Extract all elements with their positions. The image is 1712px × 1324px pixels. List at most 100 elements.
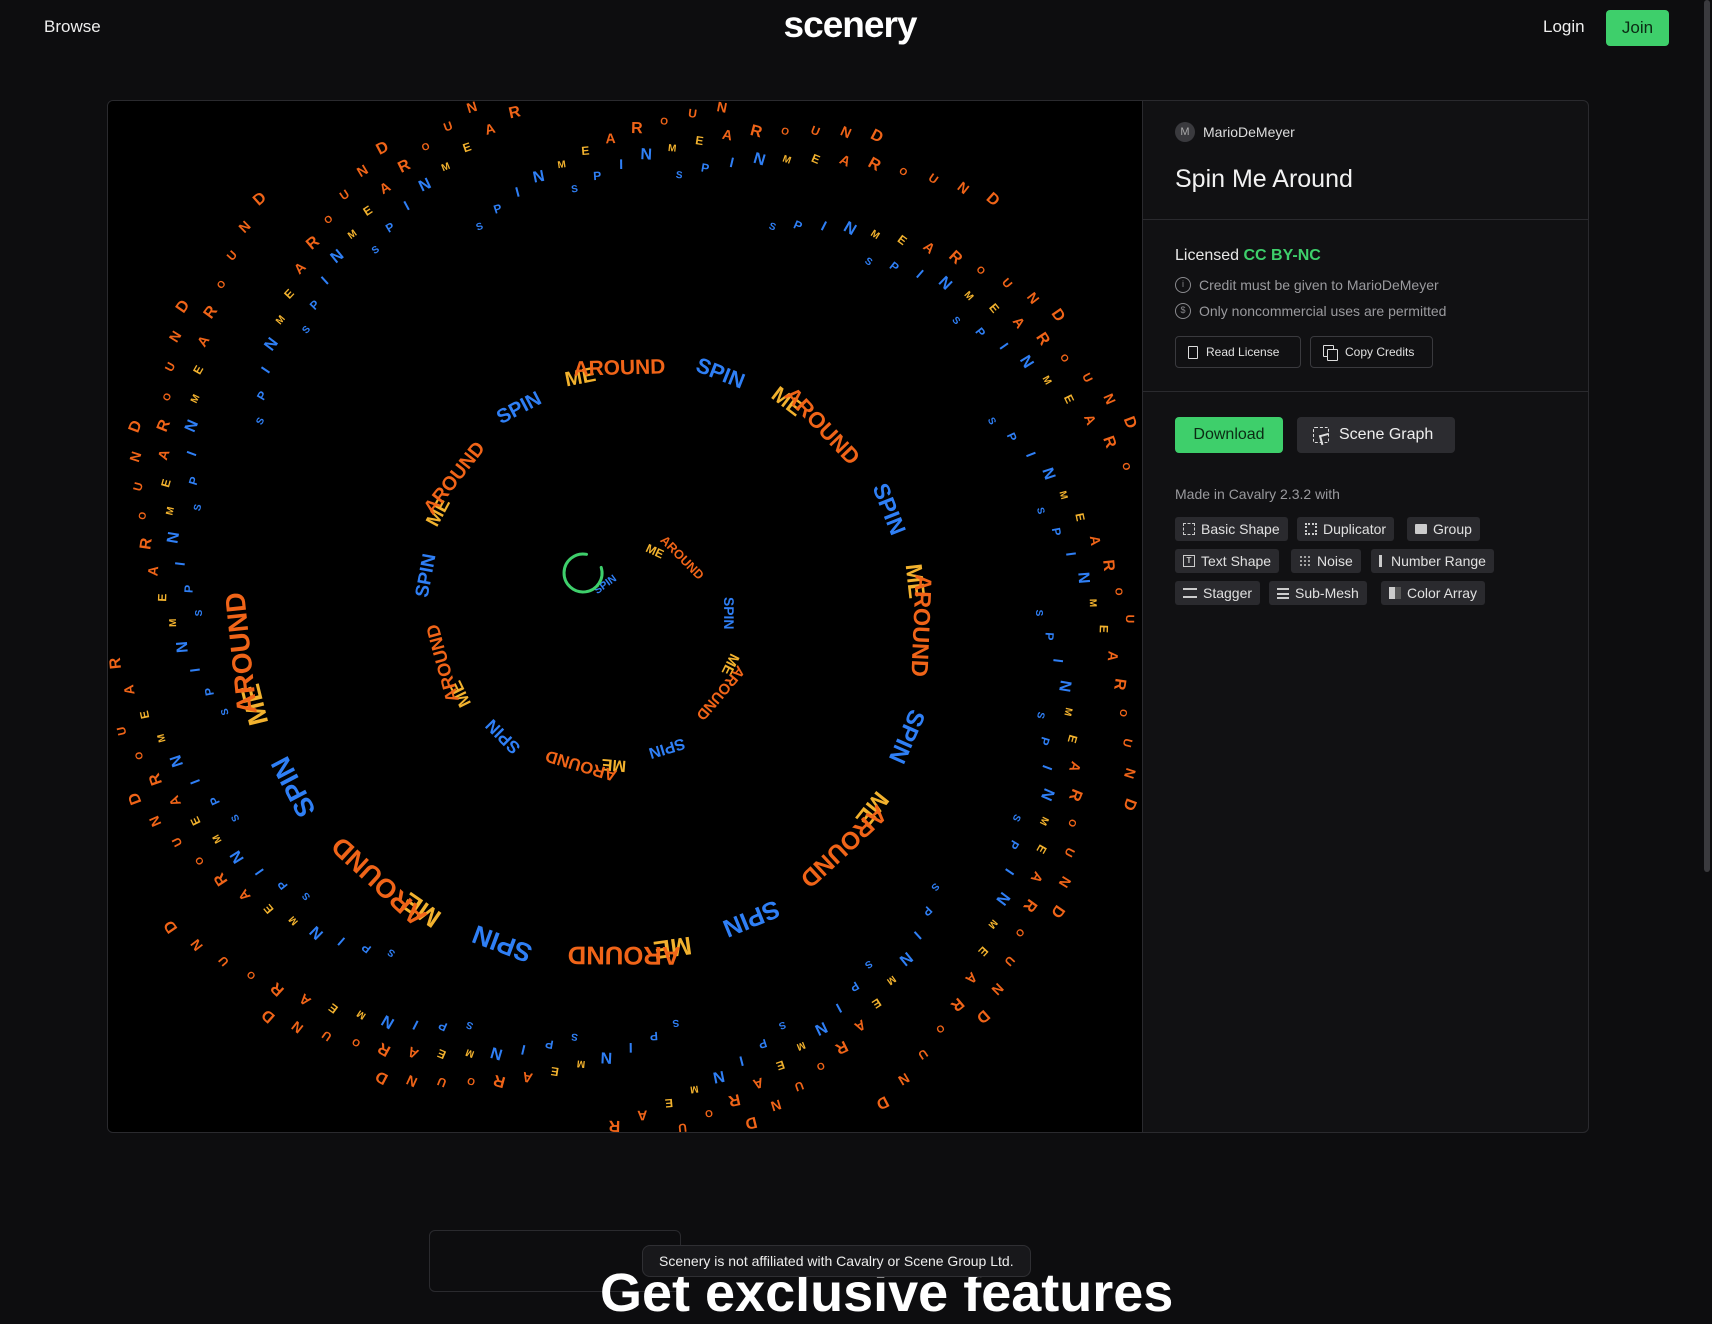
number-range-icon xyxy=(1379,555,1385,567)
scenery-logo[interactable]: scenery xyxy=(0,4,1700,46)
details-panel: M MarioDeMeyer Spin Me Around Licensed C… xyxy=(1143,101,1588,1132)
scattered-letter: O xyxy=(1012,926,1026,939)
scattered-letter: O xyxy=(161,391,174,403)
scattered-letter: R xyxy=(1019,896,1040,916)
spiral-text-artwork: SPINMEAROUNDSPINMEAROUNDSPINMEAROUNDSPIN… xyxy=(108,101,1140,1132)
scattered-letter: A xyxy=(1028,869,1047,886)
scattered-letter: N xyxy=(328,246,348,266)
scattered-letter: M xyxy=(168,618,179,627)
spiral-word: AROUND xyxy=(422,622,462,704)
copy-credits-label: Copy Credits xyxy=(1345,345,1415,359)
login-link[interactable]: Login xyxy=(1543,17,1585,37)
spiral-word: SPIN xyxy=(693,353,748,394)
scattered-letter: N xyxy=(600,1048,612,1065)
scattered-letter: U xyxy=(337,187,352,203)
scattered-letter: A xyxy=(154,447,172,462)
scattered-letter: I xyxy=(520,1042,527,1058)
scattered-letter: M xyxy=(962,289,976,303)
scattered-letter: A xyxy=(120,684,137,696)
scattered-letter: A xyxy=(1010,313,1029,331)
scattered-letter: A xyxy=(837,151,853,170)
scattered-letter: R xyxy=(608,1117,620,1132)
scattered-letter: N xyxy=(416,175,434,195)
tool-chip-sub-mesh[interactable]: Sub-Mesh xyxy=(1269,581,1367,605)
scattered-letter: I xyxy=(619,156,623,172)
tool-chip-noise[interactable]: Noise xyxy=(1291,549,1361,573)
scattered-letter: N xyxy=(187,936,206,954)
read-license-button[interactable]: Read License xyxy=(1175,336,1301,368)
scattered-letter: R xyxy=(201,302,222,322)
copy-credits-button[interactable]: Copy Credits xyxy=(1310,336,1433,368)
scattered-letter: D xyxy=(250,189,270,209)
scattered-letter: I xyxy=(513,184,521,200)
download-button[interactable]: Download xyxy=(1175,417,1283,453)
scattered-letter: O xyxy=(704,1107,714,1119)
author-link[interactable]: M MarioDeMeyer xyxy=(1175,121,1295,143)
scattered-letter: O xyxy=(1112,588,1123,596)
scattered-letter: I xyxy=(819,218,830,234)
scattered-letter: E xyxy=(261,901,277,916)
scrollbar-thumb[interactable] xyxy=(1704,0,1710,872)
scattered-letter: I xyxy=(258,364,273,376)
scattered-letter: N xyxy=(840,219,859,240)
scattered-letter: E xyxy=(1072,512,1087,523)
join-button[interactable]: Join xyxy=(1606,10,1669,46)
scattered-letter: S xyxy=(1034,506,1046,515)
scattered-letter: M xyxy=(868,228,881,242)
scattered-letter: O xyxy=(779,126,790,139)
scattered-letter: N xyxy=(465,101,479,116)
scattered-letter: M xyxy=(667,143,676,155)
tool-chip-duplicator[interactable]: Duplicator xyxy=(1297,517,1395,541)
tool-label: Group xyxy=(1433,521,1472,537)
scattered-letter: R xyxy=(507,103,522,122)
scattered-letter: I xyxy=(1063,551,1079,557)
scattered-letter: N xyxy=(716,101,729,116)
scene-graph-button[interactable]: Scene Graph xyxy=(1297,417,1455,453)
scattered-letter: U xyxy=(916,1046,931,1062)
divider xyxy=(1143,391,1588,392)
spiral-word: SPIN xyxy=(883,705,930,767)
scattered-letter: P xyxy=(492,201,504,217)
scattered-letter: U xyxy=(435,1074,448,1090)
scattered-letter: R xyxy=(748,122,764,142)
scattered-letter: I xyxy=(833,1000,844,1016)
artwork-preview[interactable]: SPIN ME AROUND SPIN ME AROUND SPIN ME AROUND SPIN… xyxy=(108,101,1143,1132)
scattered-letter: E xyxy=(137,709,152,720)
license-name[interactable]: CC BY-NC xyxy=(1244,247,1321,264)
tool-chip-text-shape[interactable]: T Text Shape xyxy=(1175,549,1280,573)
scattered-letter: A xyxy=(605,130,616,146)
spiral-word: SPIN xyxy=(412,552,441,599)
spiral-word: SPIN xyxy=(721,597,737,629)
tool-chip-color-array[interactable]: Color Array xyxy=(1381,581,1486,605)
scattered-letter: I xyxy=(401,197,412,213)
scattered-letter: M xyxy=(189,393,203,405)
scattered-letter: M xyxy=(287,914,301,928)
scattered-letter: E xyxy=(1061,392,1077,405)
scattered-letter: A xyxy=(1081,412,1100,427)
tool-chip-number-range[interactable]: Number Range xyxy=(1371,549,1494,573)
scattered-letter: R xyxy=(832,1037,850,1058)
scattered-letter: I xyxy=(913,266,926,281)
scattered-letter: S xyxy=(949,315,962,328)
copy-icon xyxy=(1323,345,1338,361)
divider xyxy=(1143,219,1588,220)
page-scrollbar[interactable] xyxy=(1700,0,1712,1283)
scattered-letter: U xyxy=(926,171,941,187)
tool-label: Text Shape xyxy=(1201,553,1272,569)
scattered-letter: D xyxy=(374,138,392,158)
scattered-letter: D xyxy=(743,1113,758,1132)
scene-graph-icon xyxy=(1313,427,1329,443)
scattered-letter: E xyxy=(975,944,991,959)
scattered-letter: E xyxy=(694,133,704,148)
scattered-letter: I xyxy=(1002,866,1017,878)
scattered-letter: I xyxy=(1023,450,1039,459)
scattered-letter: D xyxy=(1120,414,1140,431)
tool-chip-basic-shape[interactable]: Basic Shape xyxy=(1175,517,1288,541)
tool-chip-group[interactable]: Group xyxy=(1407,517,1480,541)
scattered-letter: O xyxy=(350,1035,363,1049)
scattered-letter: A xyxy=(1105,650,1122,662)
scattered-letter: P xyxy=(186,475,202,487)
tool-chip-stagger[interactable]: Stagger xyxy=(1175,581,1261,605)
color-array-icon xyxy=(1389,587,1401,599)
scattered-letter: R xyxy=(945,248,965,269)
